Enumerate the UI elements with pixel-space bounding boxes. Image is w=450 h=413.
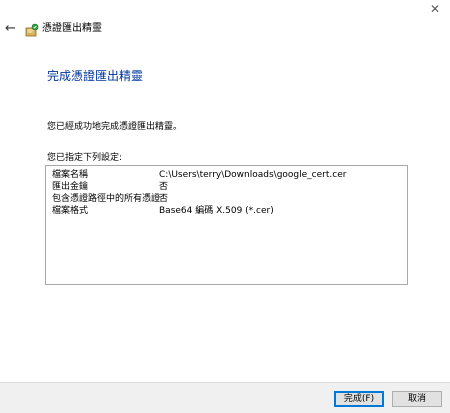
setting-value: 否 xyxy=(159,182,169,192)
setting-value: 否 xyxy=(159,194,169,204)
window-title: 憑證匯出精靈 xyxy=(42,23,102,34)
settings-row-file-format: 檔案格式 Base64 編碼 X.509 (*.cer) xyxy=(46,205,407,217)
setting-key: 檔案格式 xyxy=(52,206,89,216)
back-arrow-icon: ← xyxy=(5,21,16,36)
finish-button[interactable]: 完成(F) xyxy=(334,391,384,407)
setting-key: 匯出金鑰 xyxy=(52,182,89,192)
close-icon: ✕ xyxy=(429,2,441,16)
settings-list[interactable]: 檔案名稱 C:\Users\terry\Downloads\google_cer… xyxy=(45,165,408,285)
setting-value: Base64 編碼 X.509 (*.cer) xyxy=(159,206,274,216)
settings-row-export-key: 匯出金鑰 否 xyxy=(46,181,407,193)
button-bar: 完成(F) 取消 xyxy=(0,382,450,413)
setting-value: C:\Users\terry\Downloads\google_cert.cer xyxy=(159,170,347,180)
wizard-header: ← 憑證匯出精靈 xyxy=(0,19,450,41)
wizard-window: ✕ ← 憑證匯出精靈 完成憑證匯出精靈 您已經成功地完成憑證匯出精靈。 您已指定… xyxy=(0,0,450,413)
back-button[interactable]: ← xyxy=(5,20,19,38)
certificate-wizard-icon xyxy=(25,22,39,37)
cancel-button[interactable]: 取消 xyxy=(392,391,442,407)
completion-message: 您已經成功地完成憑證匯出精靈。 xyxy=(47,122,183,132)
close-button[interactable]: ✕ xyxy=(426,2,444,16)
settings-row-include-chain: 包含憑證路徑中的所有憑證 否 xyxy=(46,193,407,205)
settings-row-file-name: 檔案名稱 C:\Users\terry\Downloads\google_cer… xyxy=(46,169,407,181)
setting-key: 檔案名稱 xyxy=(52,170,89,180)
page-title: 完成憑證匯出精靈 xyxy=(47,69,144,83)
setting-key: 包含憑證路徑中的所有憑證 xyxy=(52,194,161,204)
settings-label: 您已指定下列設定: xyxy=(47,153,123,163)
